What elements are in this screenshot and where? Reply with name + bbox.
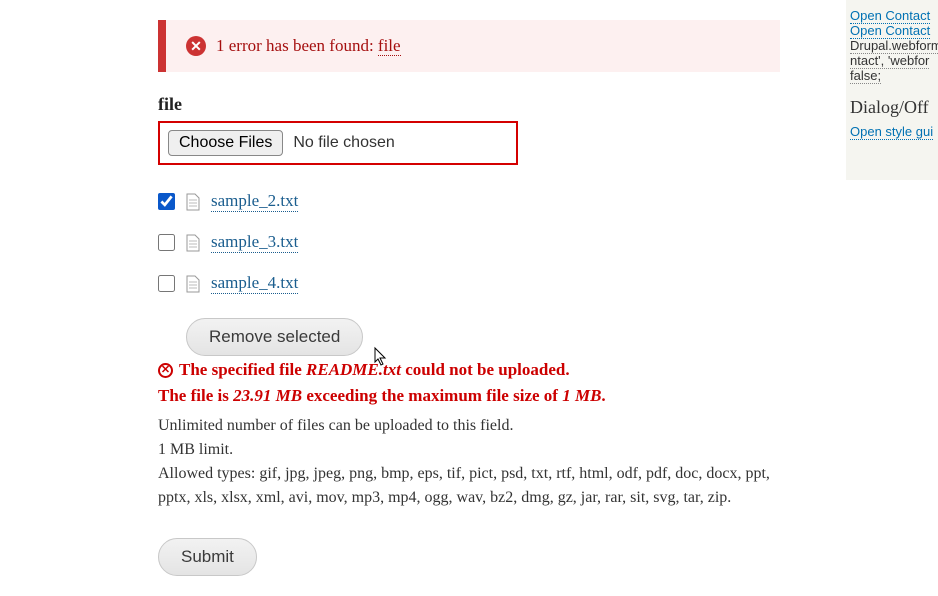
error-circle-icon: ✕ xyxy=(158,363,173,378)
help-line2: 1 MB limit. xyxy=(158,438,780,462)
error-field-link[interactable]: file xyxy=(378,36,401,56)
remove-selected-button[interactable]: Remove selected xyxy=(186,318,363,356)
file-list: sample_2.txt sample_3.txt sample_4.txt xyxy=(158,183,780,306)
help-line3: Allowed types: gif, jpg, jpeg, png, bmp,… xyxy=(158,462,780,510)
choose-files-button[interactable]: Choose Files xyxy=(168,130,283,156)
size-error-p2: exceeding the maximum file size of xyxy=(302,386,562,405)
file-link[interactable]: sample_4.txt xyxy=(211,273,298,294)
sidebar-code-2: ntact', 'webfor xyxy=(850,53,929,69)
no-file-text: No file chosen xyxy=(293,134,394,152)
size-error-p1: The file is xyxy=(158,386,233,405)
sidebar-right: Open Contact Open Contact Drupal.webform… xyxy=(846,0,938,180)
upload-error-suffix: could not be uploaded. xyxy=(401,360,570,379)
size-error-size: 23.91 MB xyxy=(233,386,302,405)
file-link[interactable]: sample_3.txt xyxy=(211,232,298,253)
error-banner: ✕ 1 error has been found: file xyxy=(158,20,780,72)
size-error: The file is 23.91 MB exceeding the maxim… xyxy=(158,386,780,406)
file-checkbox[interactable] xyxy=(158,193,175,210)
sidebar-code-3: false; xyxy=(850,68,881,84)
upload-error-filename: README.txt xyxy=(306,360,401,379)
document-icon xyxy=(185,193,201,211)
error-prefix: 1 error has been found: xyxy=(216,36,374,55)
error-message: 1 error has been found: file xyxy=(216,36,401,56)
size-error-limit: 1 MB xyxy=(562,386,601,405)
sidebar-link-2[interactable]: Open Contact xyxy=(850,23,930,39)
document-icon xyxy=(185,275,201,293)
file-row: sample_3.txt xyxy=(158,224,780,265)
upload-error: ✕ The specified file README.txt could no… xyxy=(158,360,780,380)
file-checkbox[interactable] xyxy=(158,275,175,292)
error-icon: ✕ xyxy=(186,36,206,56)
file-input[interactable]: Choose Files No file chosen xyxy=(158,121,518,165)
sidebar-link-1[interactable]: Open Contact xyxy=(850,8,930,24)
submit-button[interactable]: Submit xyxy=(158,538,257,576)
field-label: file xyxy=(158,94,780,115)
file-row: sample_4.txt xyxy=(158,265,780,306)
sidebar-link-3[interactable]: Open style gui xyxy=(850,124,933,140)
help-line1: Unlimited number of files can be uploade… xyxy=(158,414,780,438)
sidebar-heading: Dialog/Off xyxy=(850,97,934,118)
file-checkbox[interactable] xyxy=(158,234,175,251)
sidebar-code-1: Drupal.webform xyxy=(850,38,938,54)
file-link[interactable]: sample_2.txt xyxy=(211,191,298,212)
size-error-p3: . xyxy=(601,386,605,405)
document-icon xyxy=(185,234,201,252)
help-text: Unlimited number of files can be uploade… xyxy=(158,414,780,510)
upload-error-prefix: The specified file xyxy=(179,360,306,379)
file-row: sample_2.txt xyxy=(158,183,780,224)
